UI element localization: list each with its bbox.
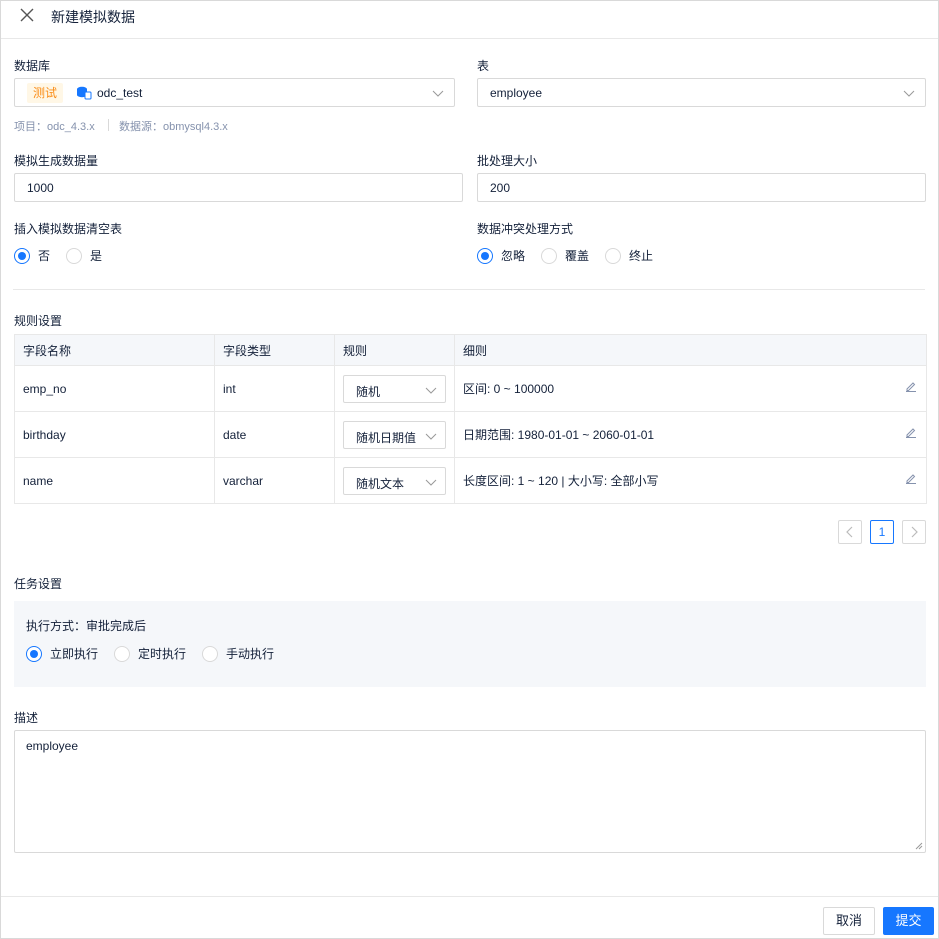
submit-button[interactable]: 提交 — [883, 907, 934, 935]
detail-cell: 区间: 0 ~ 100000 — [454, 365, 927, 412]
table-header-row: 字段名称 字段类型 规则 细则 — [14, 334, 927, 366]
drawer-header: 新建模拟数据 — [1, 1, 938, 39]
table-row: emp_no int 随机 区间: 0 ~ 100000 — [14, 365, 927, 412]
resize-grip-icon[interactable] — [915, 842, 923, 850]
row-count-input[interactable]: 1000 — [14, 173, 463, 202]
table-label: 表 — [477, 59, 490, 73]
database-label: 数据库 — [14, 59, 51, 73]
rule-detail: 日期范围: 1980-01-01 ~ 2060-01-01 — [463, 428, 655, 442]
chevron-down-icon — [903, 90, 915, 97]
rule-cell: 随机日期值 — [334, 411, 455, 458]
env-tag: 测试 — [27, 83, 64, 103]
table-row: birthday date 随机日期值 日期范围: 1980-01-01 ~ 2… — [14, 411, 927, 458]
prev-page-button[interactable] — [838, 520, 862, 544]
clear-table-label: 插入模拟数据清空表 — [14, 222, 123, 236]
table-row: name varchar 随机文本 长度区间: 1 ~ 120 | 大小写: 全… — [14, 457, 927, 504]
rule-select[interactable]: 随机文本 — [343, 466, 446, 495]
rule-cell: 随机 — [334, 365, 455, 412]
manual-run-radio[interactable]: 手动执行 — [202, 645, 274, 662]
database-select[interactable]: 测试 odc_test — [14, 78, 455, 107]
datasource-meta: 数据源：obmysql4.3.x — [119, 121, 228, 133]
rule-detail: 长度区间: 1 ~ 120 | 大小写: 全部小写 — [463, 474, 659, 488]
field-type-cell: date — [214, 411, 335, 458]
close-icon[interactable] — [18, 6, 36, 24]
field-name-cell: name — [14, 457, 215, 504]
chevron-down-icon — [432, 90, 444, 97]
cancel-button[interactable]: 取消 — [823, 907, 875, 935]
rule-select[interactable]: 随机 — [343, 374, 446, 403]
column-header: 规则 — [334, 334, 455, 366]
field-type-cell: int — [214, 365, 335, 412]
edit-icon[interactable] — [905, 380, 917, 392]
next-page-button[interactable] — [902, 520, 926, 544]
detail-cell: 日期范围: 1980-01-01 ~ 2060-01-01 — [454, 411, 927, 458]
detail-cell: 长度区间: 1 ~ 120 | 大小写: 全部小写 — [454, 457, 927, 504]
column-header: 细则 — [454, 334, 927, 366]
conflict-overwrite-radio[interactable]: 覆盖 — [541, 247, 589, 264]
chevron-down-icon — [425, 433, 437, 440]
chevron-right-icon — [911, 526, 918, 538]
conflict-ignore-radio[interactable]: 忽略 — [477, 247, 525, 264]
column-header: 字段类型 — [214, 334, 335, 366]
task-settings-panel: 执行方式：审批完成后 立即执行 定时执行 手动执行 — [14, 601, 926, 687]
scheduled-run-radio[interactable]: 定时执行 — [114, 645, 186, 662]
database-value: odc_test — [97, 86, 143, 100]
run-now-radio[interactable]: 立即执行 — [26, 645, 98, 662]
table-select[interactable]: employee — [477, 78, 926, 107]
field-name-cell: emp_no — [14, 365, 215, 412]
description-textarea[interactable]: employee — [14, 730, 926, 853]
database-icon — [77, 86, 92, 100]
field-type-cell: varchar — [214, 457, 335, 504]
column-header: 字段名称 — [14, 334, 215, 366]
meta-divider — [108, 119, 109, 131]
batch-size-value: 200 — [490, 181, 511, 195]
conflict-label: 数据冲突处理方式 — [477, 222, 574, 236]
project-meta: 项目：odc_4.3.x — [14, 121, 95, 133]
page-1-button[interactable]: 1 — [870, 520, 894, 544]
row-count-label: 模拟生成数据量 — [14, 154, 99, 168]
clear-table-yes-radio[interactable]: 是 — [66, 247, 102, 264]
chevron-left-icon — [846, 526, 853, 538]
field-name-cell: birthday — [14, 411, 215, 458]
clear-table-no-radio[interactable]: 否 — [14, 247, 50, 264]
table-value: employee — [490, 86, 543, 100]
row-count-value: 1000 — [27, 181, 54, 195]
description-value: employee — [26, 739, 79, 753]
chevron-down-icon — [425, 387, 437, 394]
exec-mode-text: 执行方式：审批完成后 — [26, 619, 147, 633]
description-label: 描述 — [14, 711, 39, 725]
chevron-down-icon — [425, 479, 437, 486]
edit-icon[interactable] — [905, 426, 917, 438]
mock-data-drawer: 新建模拟数据 数据库 测试 odc_test 项目：odc_4.3.x 数据源：… — [0, 0, 939, 939]
rule-detail: 区间: 0 ~ 100000 — [463, 382, 555, 396]
drawer-title: 新建模拟数据 — [51, 9, 135, 25]
conflict-abort-radio[interactable]: 终止 — [605, 247, 653, 264]
batch-size-input[interactable]: 200 — [477, 173, 926, 202]
footer-divider — [1, 896, 938, 897]
section-divider — [13, 289, 925, 290]
rule-select[interactable]: 随机日期值 — [343, 420, 446, 449]
batch-size-label: 批处理大小 — [477, 154, 538, 168]
task-section-title: 任务设置 — [14, 577, 63, 591]
rule-cell: 随机文本 — [334, 457, 455, 504]
edit-icon[interactable] — [905, 472, 917, 484]
rules-section-title: 规则设置 — [14, 314, 63, 328]
rules-table: 字段名称 字段类型 规则 细则 emp_no int 随机 区间: 0 ~ 10… — [14, 334, 927, 504]
